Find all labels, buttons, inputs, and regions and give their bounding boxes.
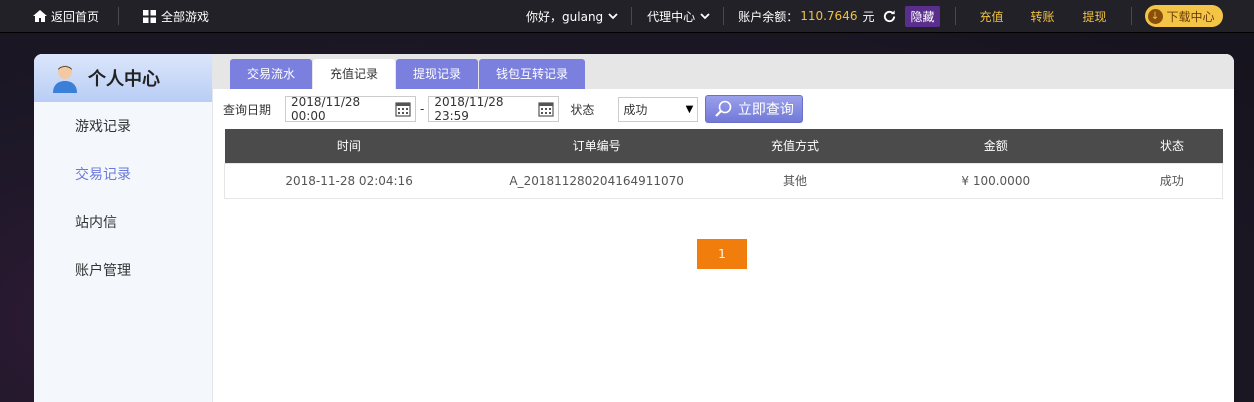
header-time: 时间 [336, 139, 361, 154]
date-label: 查询日期 [223, 102, 272, 117]
balance-label: 账户余额： [738, 9, 799, 24]
status-label: 状态 [570, 102, 595, 117]
transfer-link[interactable]: 转账 [1031, 0, 1055, 33]
recharge-link[interactable]: 充值 [980, 0, 1004, 33]
top-bar: 返回首页 全部游戏 你好，gulang 代理中心 账户余额： 110.7646 … [0, 0, 1254, 33]
chevron-down-icon [700, 12, 710, 20]
tab-transaction-flow[interactable]: 交易流水 [230, 59, 313, 89]
start-date-input[interactable]: 2018/11/28 00:00 [285, 95, 417, 123]
end-date-value: 2018/11/28 23:59 [434, 95, 504, 123]
balance-unit: 元 [862, 9, 875, 24]
cell-order-no: A_201811280204164911070 [509, 173, 684, 188]
hide-balance-button[interactable]: 隐藏 [905, 5, 940, 27]
download-label: 下载中心 [1166, 9, 1215, 24]
agent-label: 代理中心 [647, 9, 696, 24]
page-button-current[interactable]: 1 [697, 239, 747, 269]
sidebar-title: 个人中心 [88, 69, 160, 90]
cell-amount: ¥ 100.0000 [961, 173, 1031, 188]
home-icon [33, 10, 47, 22]
tab-withdraw-records[interactable]: 提现记录 [396, 59, 479, 89]
greeting-text: 你好，gulang [526, 9, 604, 24]
tab-bar: 交易流水 充值记录 提现记录 钱包互转记录 [213, 54, 1234, 89]
download-center-button[interactable]: ↓ 下载中心 [1144, 5, 1223, 27]
records-table: 时间 订单编号 充值方式 金额 状态 2018-11-28 02:04:16 A… [224, 129, 1223, 199]
home-link[interactable]: 返回首页 [33, 0, 99, 33]
cell-status: 成功 [1159, 174, 1184, 188]
withdraw-link[interactable]: 提现 [1083, 0, 1107, 33]
query-button-label: 立即查询 [737, 102, 794, 118]
download-icon: ↓ [1147, 8, 1163, 24]
status-select[interactable]: 成功 ▼ [618, 96, 699, 122]
header-method: 充值方式 [770, 139, 819, 154]
balance-area: 账户余额： 110.7646 元 隐藏 [738, 0, 940, 33]
calendar-icon[interactable] [395, 101, 411, 117]
tab-recharge-records[interactable]: 充值记录 [313, 59, 396, 89]
chevron-down-icon [608, 12, 618, 20]
header-status: 状态 [1160, 139, 1185, 154]
dropdown-arrow-icon: ▼ [685, 103, 694, 115]
tab-wallet-transfer-records[interactable]: 钱包互转记录 [479, 59, 586, 89]
header-amount: 金额 [983, 139, 1008, 154]
table-header-row: 时间 订单编号 充值方式 金额 状态 [224, 129, 1223, 163]
user-menu[interactable]: 你好，gulang [526, 0, 618, 33]
divider [954, 7, 956, 25]
sidebar-item-account[interactable]: 账户管理 [34, 246, 212, 294]
filter-bar: 查询日期 2018/11/28 00:00 - 2018/11/28 23:59… [213, 89, 1234, 129]
search-icon [715, 100, 733, 118]
content-panel: 个人中心 游戏记录 交易记录 站内信 账户管理 交易流水 充值记录 提现记录 钱… [34, 54, 1234, 402]
table-row: 2018-11-28 02:04:16 A_201811280204164911… [224, 163, 1223, 198]
sidebar-item-messages[interactable]: 站内信 [34, 198, 212, 246]
divider [723, 7, 725, 25]
date-separator: - [420, 102, 425, 116]
query-button[interactable]: 立即查询 [705, 95, 804, 123]
balance-value: 110.7646 [800, 9, 858, 23]
sidebar: 个人中心 游戏记录 交易记录 站内信 账户管理 [34, 54, 213, 402]
cell-time: 2018-11-28 02:04:16 [285, 173, 413, 188]
sidebar-item-game-records[interactable]: 游戏记录 [34, 102, 212, 150]
agent-menu[interactable]: 代理中心 [647, 0, 710, 33]
refresh-icon[interactable] [882, 9, 897, 24]
calendar-icon[interactable] [538, 101, 554, 117]
end-date-input[interactable]: 2018/11/28 23:59 [428, 95, 560, 123]
sidebar-item-transaction-records[interactable]: 交易记录 [34, 150, 212, 198]
divider [118, 7, 120, 25]
header-order-no: 订单编号 [572, 139, 621, 154]
grid-icon [143, 9, 157, 23]
cell-method: 其他 [782, 174, 807, 188]
home-label: 返回首页 [51, 9, 100, 24]
status-select-value: 成功 [623, 102, 648, 117]
divider [631, 7, 633, 25]
sidebar-header: 个人中心 [34, 54, 212, 102]
divider [1130, 7, 1132, 25]
start-date-value: 2018/11/28 00:00 [291, 95, 361, 123]
all-games-link[interactable]: 全部游戏 [143, 0, 209, 33]
main-area: 交易流水 充值记录 提现记录 钱包互转记录 查询日期 2018/11/28 00… [213, 54, 1234, 402]
all-games-label: 全部游戏 [161, 9, 210, 24]
user-avatar-icon [52, 63, 78, 93]
